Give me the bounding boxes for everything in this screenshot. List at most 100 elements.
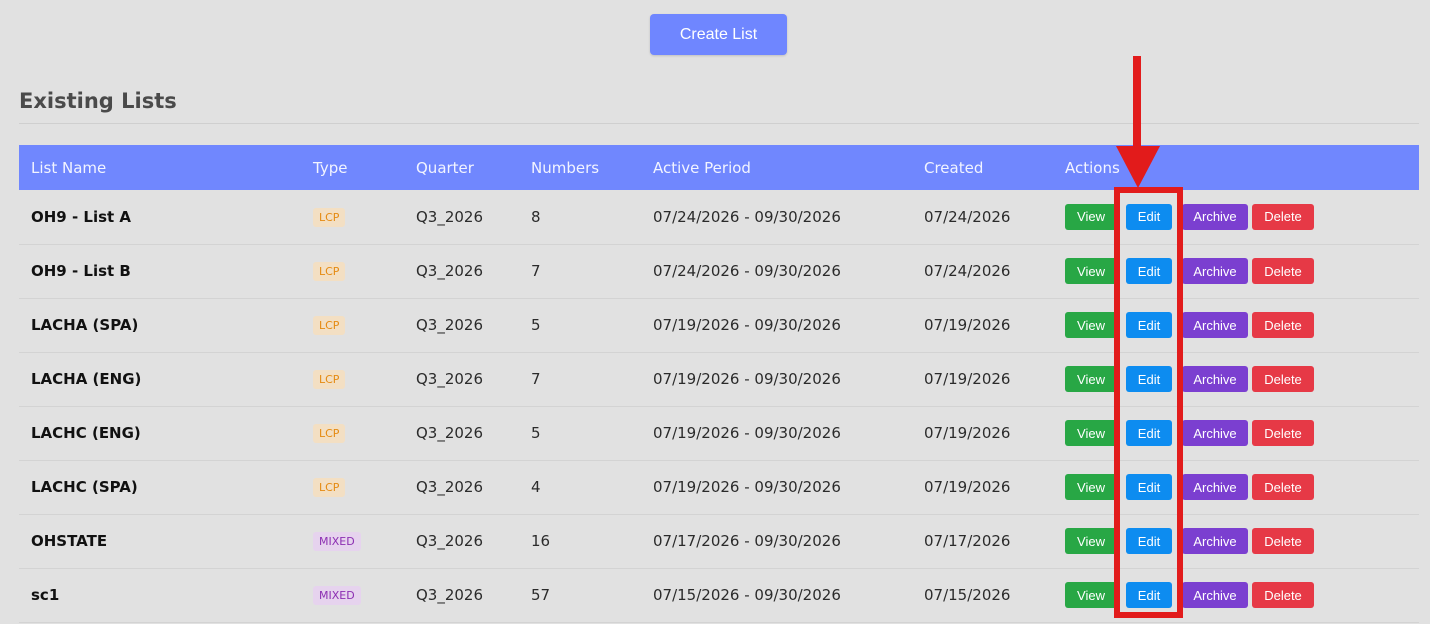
quarter-cell: Q3_2026 bbox=[416, 424, 484, 442]
active-period-cell: 07/19/2026 - 09/30/2026 bbox=[653, 316, 841, 334]
row-actions: View Edit Archive Delete bbox=[1065, 203, 1419, 230]
type-badge: MIXED bbox=[313, 586, 361, 605]
list-name-cell: LACHA (SPA) bbox=[31, 316, 139, 334]
view-button[interactable]: View bbox=[1065, 528, 1117, 554]
numbers-cell: 57 bbox=[531, 586, 551, 604]
archive-button[interactable]: Archive bbox=[1182, 366, 1248, 392]
table-row: LACHA (ENG) LCP Q3_2026 7 07/19/2026 - 0… bbox=[19, 352, 1419, 406]
numbers-cell: 7 bbox=[531, 262, 541, 280]
row-actions: View Edit Archive Delete bbox=[1065, 366, 1419, 392]
active-period-cell: 07/19/2026 - 09/30/2026 bbox=[653, 370, 841, 388]
view-button[interactable]: View bbox=[1065, 582, 1117, 608]
quarter-cell: Q3_2026 bbox=[416, 370, 484, 388]
list-name-cell: LACHC (ENG) bbox=[31, 424, 141, 442]
view-button[interactable]: View bbox=[1065, 366, 1117, 392]
edit-button[interactable]: Edit bbox=[1126, 528, 1172, 554]
edit-button[interactable]: Edit bbox=[1126, 258, 1172, 284]
type-badge: LCP bbox=[313, 262, 346, 281]
column-header-created[interactable]: Created bbox=[912, 145, 1053, 190]
list-name-cell: OHSTATE bbox=[31, 532, 108, 550]
active-period-cell: 07/19/2026 - 09/30/2026 bbox=[653, 424, 841, 442]
table-row: sc1 MIXED Q3_2026 57 07/15/2026 - 09/30/… bbox=[19, 568, 1419, 622]
list-name-cell: sc1 bbox=[31, 586, 60, 604]
view-button[interactable]: View bbox=[1065, 312, 1117, 338]
column-header-active-period[interactable]: Active Period bbox=[641, 145, 912, 190]
quarter-cell: Q3_2026 bbox=[416, 316, 484, 334]
column-header-list-name[interactable]: List Name bbox=[19, 145, 301, 190]
archive-button[interactable]: Archive bbox=[1182, 582, 1248, 608]
numbers-cell: 7 bbox=[531, 370, 541, 388]
archive-button[interactable]: Archive bbox=[1182, 474, 1248, 500]
list-name-cell: OH9 - List A bbox=[31, 207, 132, 226]
created-cell: 07/24/2026 bbox=[924, 262, 1011, 280]
delete-button[interactable]: Delete bbox=[1252, 528, 1314, 554]
quarter-cell: Q3_2026 bbox=[416, 478, 484, 496]
edit-button[interactable]: Edit bbox=[1126, 582, 1172, 608]
type-cell: LCP bbox=[301, 244, 404, 298]
type-badge: MIXED bbox=[313, 532, 361, 551]
delete-button[interactable]: Delete bbox=[1252, 582, 1314, 608]
view-button[interactable]: View bbox=[1065, 203, 1117, 230]
active-period-cell: 07/15/2026 - 09/30/2026 bbox=[653, 586, 841, 604]
type-badge: LCP bbox=[313, 424, 346, 443]
quarter-cell: Q3_2026 bbox=[416, 207, 484, 226]
view-button[interactable]: View bbox=[1065, 420, 1117, 446]
section-divider bbox=[19, 123, 1419, 124]
created-cell: 07/19/2026 bbox=[924, 370, 1011, 388]
view-button[interactable]: View bbox=[1065, 258, 1117, 284]
archive-button[interactable]: Archive bbox=[1182, 203, 1248, 230]
archive-button[interactable]: Archive bbox=[1182, 258, 1248, 284]
delete-button[interactable]: Delete bbox=[1252, 312, 1314, 338]
column-header-numbers[interactable]: Numbers bbox=[519, 145, 641, 190]
row-actions: View Edit Archive Delete bbox=[1065, 474, 1419, 500]
created-cell: 07/24/2026 bbox=[924, 207, 1011, 226]
delete-button[interactable]: Delete bbox=[1252, 420, 1314, 446]
type-cell: MIXED bbox=[301, 568, 404, 622]
annotation-arrow-head bbox=[1116, 146, 1160, 188]
type-cell: LCP bbox=[301, 352, 404, 406]
active-period-cell: 07/24/2026 - 09/30/2026 bbox=[653, 262, 841, 280]
table-body: OH9 - List A LCP Q3_2026 8 07/24/2026 - … bbox=[19, 190, 1419, 622]
actions-cell: View Edit Archive Delete bbox=[1053, 406, 1419, 460]
type-cell: LCP bbox=[301, 190, 404, 244]
column-header-actions: Actions bbox=[1065, 158, 1120, 177]
edit-button[interactable]: Edit bbox=[1126, 420, 1172, 446]
delete-button[interactable]: Delete bbox=[1252, 474, 1314, 500]
column-header-quarter[interactable]: Quarter bbox=[404, 145, 519, 190]
row-actions: View Edit Archive Delete bbox=[1065, 528, 1419, 554]
quarter-cell: Q3_2026 bbox=[416, 262, 484, 280]
list-name-cell: LACHC (SPA) bbox=[31, 478, 138, 496]
created-cell: 07/15/2026 bbox=[924, 586, 1011, 604]
row-actions: View Edit Archive Delete bbox=[1065, 582, 1419, 608]
archive-button[interactable]: Archive bbox=[1182, 420, 1248, 446]
archive-button[interactable]: Archive bbox=[1182, 312, 1248, 338]
delete-button[interactable]: Delete bbox=[1252, 258, 1314, 284]
row-actions: View Edit Archive Delete bbox=[1065, 312, 1419, 338]
column-header-type[interactable]: Type bbox=[301, 145, 404, 190]
edit-button[interactable]: Edit bbox=[1126, 474, 1172, 500]
table-row: LACHC (SPA) LCP Q3_2026 4 07/19/2026 - 0… bbox=[19, 460, 1419, 514]
create-list-button[interactable]: Create List bbox=[650, 14, 787, 55]
delete-button[interactable]: Delete bbox=[1252, 366, 1314, 392]
active-period-cell: 07/24/2026 - 09/30/2026 bbox=[653, 207, 841, 226]
delete-button[interactable]: Delete bbox=[1252, 203, 1314, 230]
type-badge: LCP bbox=[313, 478, 346, 497]
actions-cell: View Edit Archive Delete bbox=[1053, 190, 1419, 244]
table-row: OHSTATE MIXED Q3_2026 16 07/17/2026 - 09… bbox=[19, 514, 1419, 568]
created-cell: 07/19/2026 bbox=[924, 424, 1011, 442]
actions-cell: View Edit Archive Delete bbox=[1053, 352, 1419, 406]
edit-button[interactable]: Edit bbox=[1126, 312, 1172, 338]
table-row: OH9 - List B LCP Q3_2026 7 07/24/2026 - … bbox=[19, 244, 1419, 298]
edit-button[interactable]: Edit bbox=[1126, 366, 1172, 392]
actions-cell: View Edit Archive Delete bbox=[1053, 514, 1419, 568]
numbers-cell: 4 bbox=[531, 478, 541, 496]
actions-cell: View Edit Archive Delete bbox=[1053, 298, 1419, 352]
lists-table: List Name Type Quarter Numbers Active Pe… bbox=[19, 145, 1419, 623]
quarter-cell: Q3_2026 bbox=[416, 586, 484, 604]
type-cell: MIXED bbox=[301, 514, 404, 568]
edit-button[interactable]: Edit bbox=[1126, 203, 1172, 230]
actions-cell: View Edit Archive Delete bbox=[1053, 244, 1419, 298]
numbers-cell: 5 bbox=[531, 316, 541, 334]
view-button[interactable]: View bbox=[1065, 474, 1117, 500]
archive-button[interactable]: Archive bbox=[1182, 528, 1248, 554]
